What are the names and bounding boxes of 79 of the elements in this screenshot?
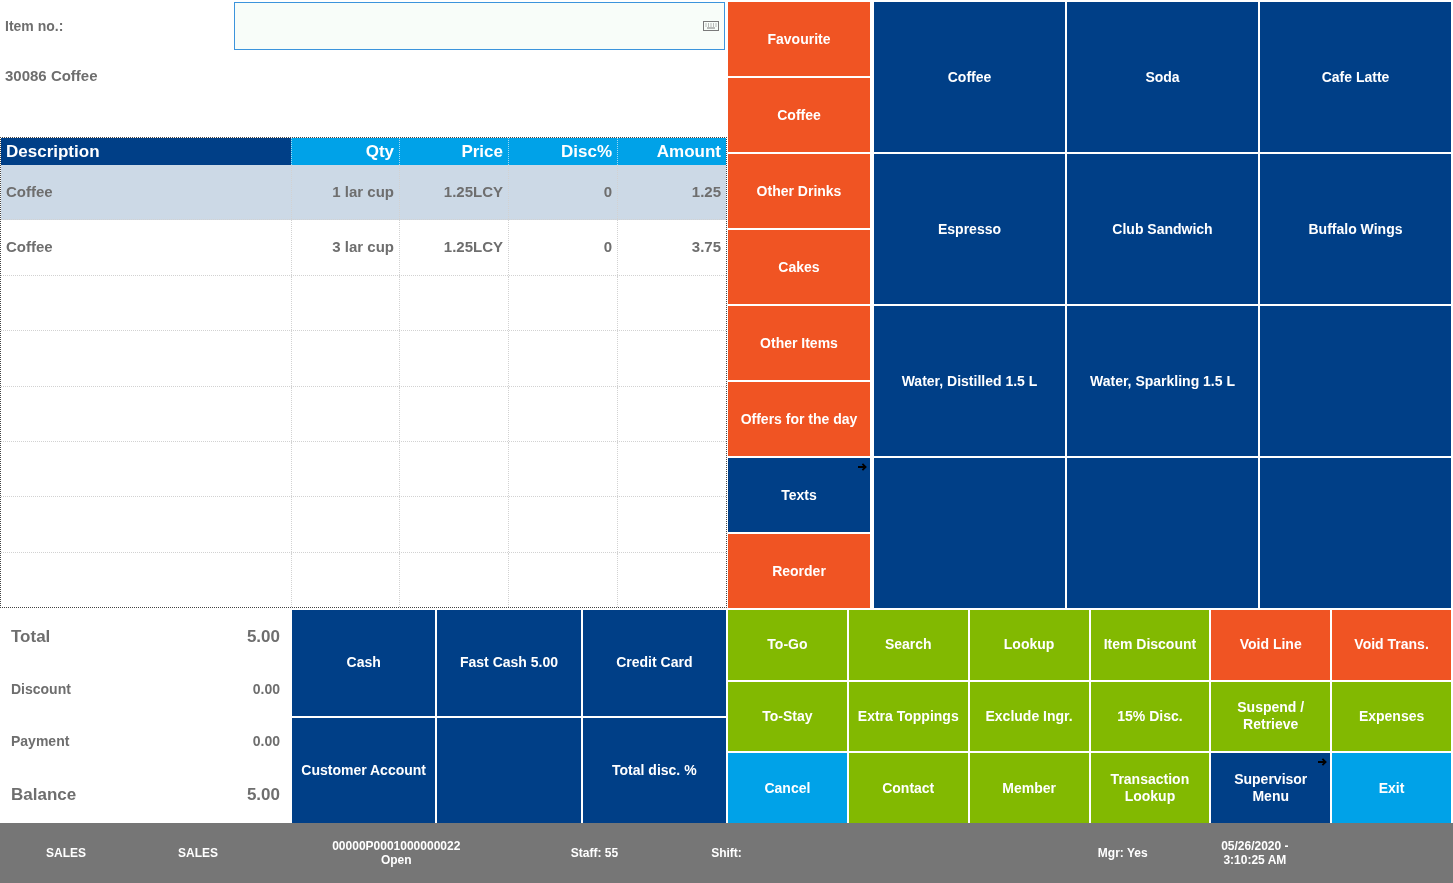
status-field: Mgr: Yes xyxy=(1056,846,1189,860)
item-button[interactable]: Club Sandwich xyxy=(1067,154,1258,304)
total-label: Total xyxy=(11,625,51,648)
function-button[interactable]: Supervisor Menu xyxy=(1211,753,1331,823)
item-button[interactable]: Coffee xyxy=(874,2,1065,152)
status-field: SALES xyxy=(0,846,133,860)
total-value: 5.00 xyxy=(246,783,280,806)
status-field: 00000P0001000000022 Open xyxy=(264,839,529,867)
table-cell-text: Coffee xyxy=(5,181,54,202)
function-button[interactable]: Contact xyxy=(848,753,968,823)
item-button[interactable]: Buffalo Wings xyxy=(1260,154,1451,304)
empty-item-button[interactable] xyxy=(1260,306,1451,456)
category-button[interactable]: Favourite xyxy=(728,2,870,76)
total-value: 0.00 xyxy=(252,679,280,699)
keyboard-icon[interactable] xyxy=(703,21,719,31)
function-button[interactable]: Void Line xyxy=(1211,610,1331,680)
function-button[interactable]: To-Go xyxy=(728,610,847,680)
function-button[interactable]: Extra Toppings xyxy=(848,681,968,752)
item-info-text: 30086 Coffee xyxy=(5,67,98,84)
function-button[interactable]: Exit xyxy=(1332,753,1451,823)
function-button[interactable]: Void Trans. xyxy=(1332,610,1451,680)
total-value: 0.00 xyxy=(252,732,280,752)
function-button[interactable]: To-Stay xyxy=(728,681,847,752)
payment-button[interactable]: Fast Cash 5.00 xyxy=(437,610,581,716)
column-header[interactable]: Description xyxy=(1,138,291,165)
table-cell: 0 xyxy=(508,220,617,275)
category-button[interactable]: Other Items xyxy=(728,306,870,380)
table-cell-text: Coffee xyxy=(5,237,54,258)
category-button[interactable]: Offers for the day xyxy=(728,382,870,456)
item-button[interactable]: Cafe Latte xyxy=(1260,2,1451,152)
status-field: Staff: 55 xyxy=(528,846,661,860)
item-button[interactable]: Water, Distilled 1.5 L xyxy=(874,306,1065,456)
function-button[interactable]: Exclude Ingr. xyxy=(969,681,1089,752)
function-button[interactable]: 15% Disc. xyxy=(1090,681,1210,752)
category-button[interactable]: Texts xyxy=(728,458,870,532)
payment-button[interactable]: Credit Card xyxy=(582,610,726,716)
status-field: Shift: xyxy=(660,846,793,860)
total-value: 5.00 xyxy=(246,625,280,648)
function-button[interactable]: Member xyxy=(969,753,1089,823)
item-button[interactable]: Soda xyxy=(1067,2,1258,152)
empty-item-button[interactable] xyxy=(1260,458,1451,608)
function-button[interactable]: Search xyxy=(848,610,968,680)
category-button[interactable]: Reorder xyxy=(728,534,870,608)
column-header[interactable]: Disc% xyxy=(508,138,617,165)
table-cell: 3 lar cup xyxy=(291,220,399,275)
table-row[interactable]: Coffee 1 lar cup 1.25LCY 0 1.25 xyxy=(1,165,726,221)
function-button[interactable]: Suspend / Retrieve xyxy=(1211,681,1331,752)
function-button[interactable]: Item Discount xyxy=(1090,610,1210,680)
total-label: Discount xyxy=(11,679,71,699)
column-header[interactable]: Qty xyxy=(291,138,399,165)
table-cell: 1 lar cup xyxy=(291,165,399,220)
function-button[interactable]: Transaction Lookup xyxy=(1090,753,1210,823)
item-number-field[interactable] xyxy=(234,2,725,50)
item-number-label: Item no.: xyxy=(5,16,64,36)
function-button[interactable]: Cancel xyxy=(728,753,847,823)
status-field: SALES xyxy=(132,846,265,860)
item-button[interactable]: Espresso xyxy=(874,154,1065,304)
category-button[interactable]: Other Drinks xyxy=(728,154,870,228)
total-label: Payment xyxy=(11,732,70,752)
table-cell: 3.75 xyxy=(617,220,726,275)
category-button[interactable]: Cakes xyxy=(728,230,870,304)
payment-button[interactable]: Cash xyxy=(292,610,436,716)
table-cell: 1.25LCY xyxy=(399,165,508,220)
category-button[interactable]: Coffee xyxy=(728,78,870,152)
status-field: 05/26/2020 - 3:10:25 AM xyxy=(1188,839,1321,867)
payment-button[interactable]: Customer Account xyxy=(292,717,436,823)
table-cell: 1.25LCY xyxy=(399,220,508,275)
payment-button[interactable]: Total disc. % xyxy=(582,717,726,823)
function-button[interactable]: Lookup xyxy=(969,610,1089,680)
empty-item-button[interactable] xyxy=(874,458,1065,608)
function-button[interactable]: Expenses xyxy=(1332,681,1451,752)
table-cell: 1.25 xyxy=(617,165,726,220)
empty-item-button[interactable] xyxy=(1067,458,1258,608)
column-header[interactable]: Price xyxy=(399,138,508,165)
total-label: Balance xyxy=(11,783,77,806)
table-cell: 0 xyxy=(508,165,617,220)
column-header[interactable]: Amount xyxy=(617,138,726,165)
item-button[interactable]: Water, Sparkling 1.5 L xyxy=(1067,306,1258,456)
table-row[interactable]: Coffee 3 lar cup 1.25LCY 0 3.75 xyxy=(1,220,726,276)
